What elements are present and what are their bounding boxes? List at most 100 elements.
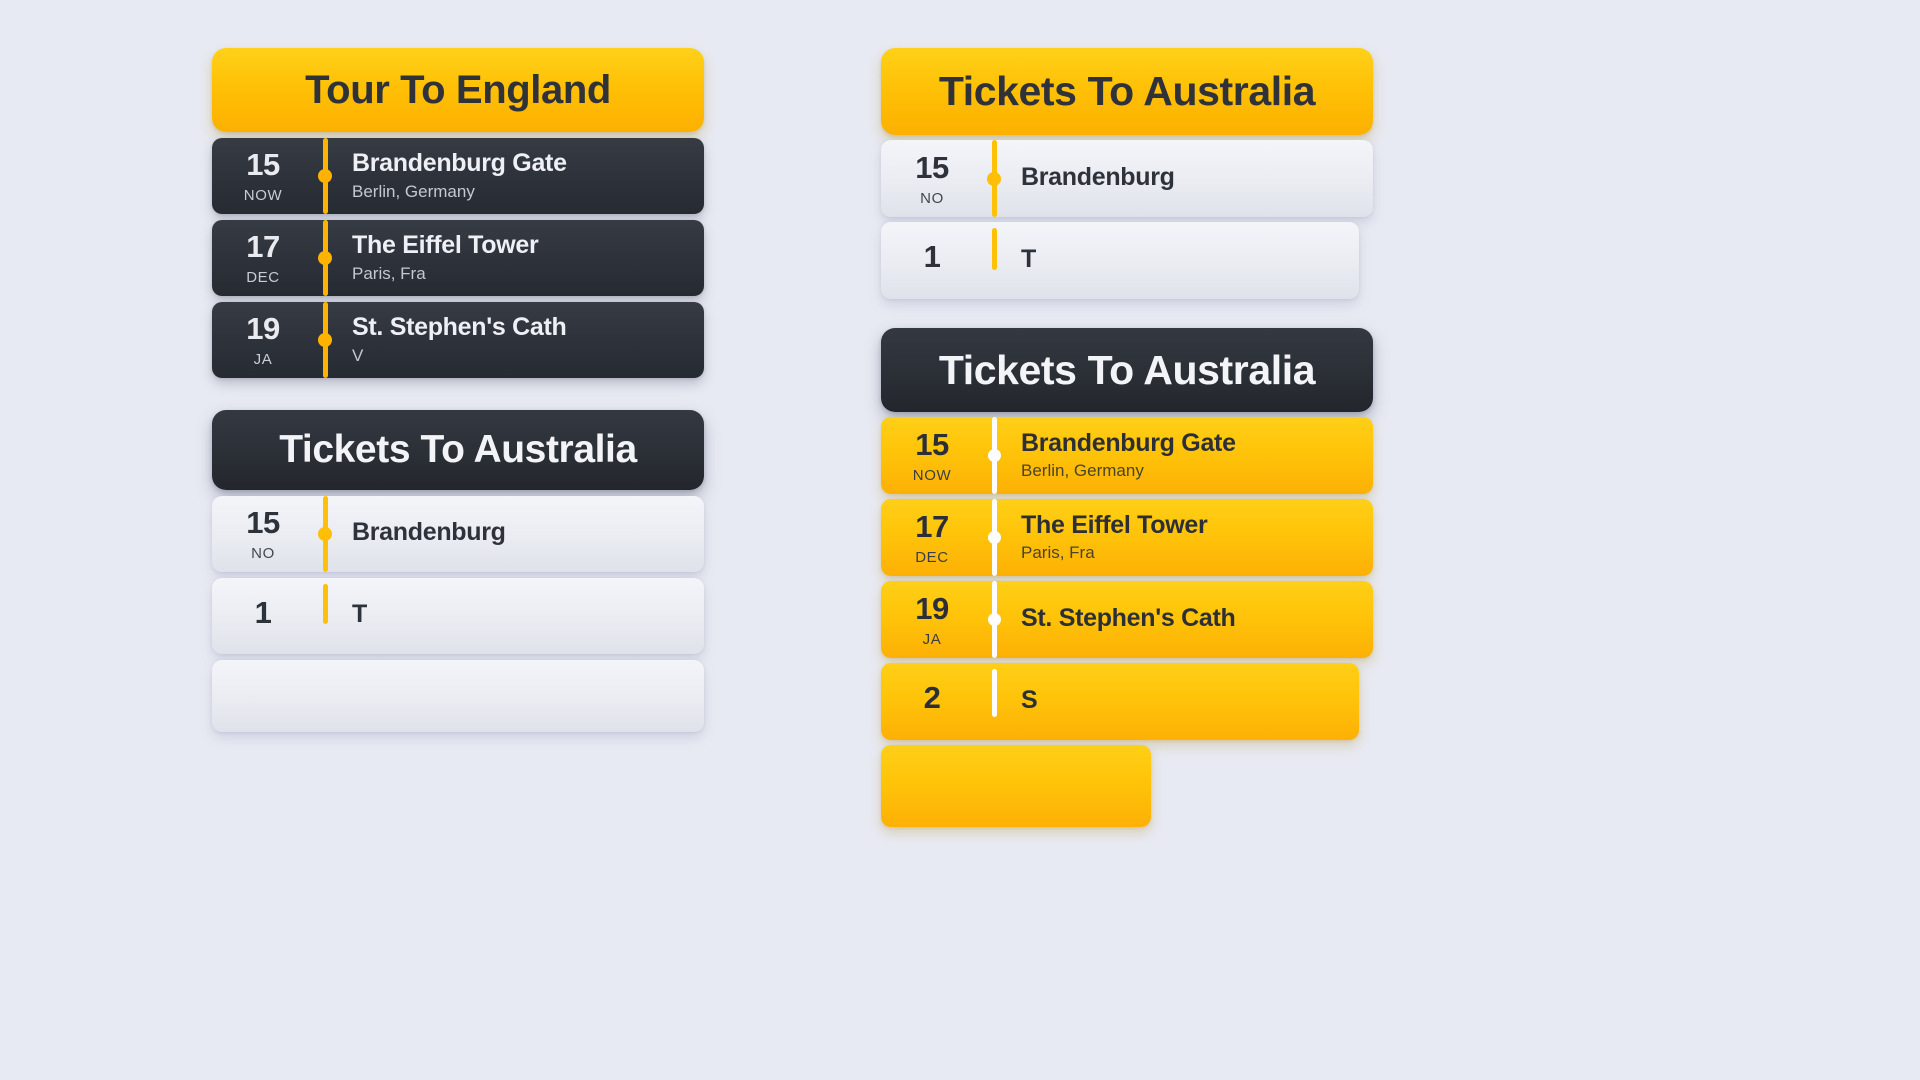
event-title: The Eiffel Tower [352, 231, 539, 260]
event-title: S [1021, 685, 1038, 714]
event-details: T [1011, 222, 1359, 299]
event-month: DEC [246, 269, 280, 286]
event-month: NOW [243, 187, 283, 204]
card-title: Tickets To Australia [938, 346, 1316, 393]
card-title: Tour To England [305, 67, 611, 112]
event-date: 17 DEC [881, 499, 977, 576]
event-day: 2 [923, 680, 941, 715]
timeline-dot-icon [318, 169, 332, 183]
event-title: T [1021, 244, 1036, 273]
event-row[interactable]: 15 NOW Brandenburg Gate Berlin, Germany [212, 138, 704, 214]
event-details: St. Stephen's Cath [1011, 581, 1373, 658]
card-title: Tickets To Australia [938, 68, 1316, 114]
event-title: T [352, 600, 367, 629]
timeline-indicator [977, 140, 1011, 217]
event-date [212, 660, 308, 732]
event-day: 15 [246, 147, 280, 182]
timeline-indicator [977, 581, 1011, 658]
event-details: T [342, 578, 704, 654]
timeline-indicator [308, 660, 342, 732]
card-header-tickets-to-australia: Tickets To Australia [881, 48, 1373, 135]
event-card-tickets-to-australia-yellow-rows: Tickets To Australia 15 NOW Brandenburg … [881, 328, 1373, 827]
event-location: Berlin, Germany [352, 181, 475, 201]
timeline-indicator [977, 417, 1011, 494]
event-day: 19 [246, 311, 280, 346]
timeline-indicator [977, 222, 1011, 299]
timeline-indicator [977, 499, 1011, 576]
event-date: 1 [881, 222, 977, 299]
event-day: 19 [915, 590, 949, 626]
event-day: 15 [246, 505, 280, 540]
event-card-tickets-to-australia-dark-header: Tickets To Australia 15 NO Brandenburg 1 [212, 410, 704, 732]
event-date: 2 [881, 663, 977, 740]
event-details: Brandenburg Gate Berlin, Germany [1011, 417, 1373, 494]
event-date: 15 NO [881, 140, 977, 217]
event-date: 19 JA [881, 581, 977, 658]
event-row[interactable]: 2 S [881, 663, 1359, 740]
event-details [342, 660, 704, 732]
event-card-tour-to-england: Tour To England 15 NOW Brandenburg Gate … [212, 48, 704, 378]
event-card-mockup-canvas: Tour To England 15 NOW Brandenburg Gate … [0, 0, 1920, 1080]
event-row[interactable]: 17 DEC The Eiffel Tower Paris, Fra [212, 220, 704, 296]
event-month: JA [922, 630, 942, 648]
card-title: Tickets To Australia [279, 428, 637, 471]
event-title: Brandenburg Gate [1021, 428, 1236, 457]
event-row[interactable]: 17 DEC The Eiffel Tower Paris, Fra [881, 499, 1373, 576]
timeline-indicator [308, 138, 342, 214]
event-date: 17 DEC [212, 220, 308, 296]
event-title: The Eiffel Tower [1021, 510, 1208, 539]
event-day: 17 [915, 508, 949, 544]
event-row[interactable]: 19 JA St. Stephen's Cath [881, 581, 1373, 658]
event-location: Berlin, Germany [1021, 461, 1144, 481]
event-day: 17 [246, 229, 280, 264]
timeline-dot-icon [318, 251, 332, 265]
event-day: 15 [915, 426, 949, 462]
event-row[interactable] [881, 745, 1151, 827]
event-date: 15 NO [212, 496, 308, 572]
event-day: 1 [254, 594, 272, 630]
timeline-line-icon [991, 228, 997, 270]
event-card-tickets-to-australia-yellow-header: Tickets To Australia 15 NO Brandenburg 1 [881, 48, 1373, 299]
timeline-line-icon [991, 669, 997, 717]
event-date: 15 NOW [212, 138, 308, 214]
card-header-tickets-to-australia: Tickets To Australia [881, 328, 1373, 412]
event-title: Brandenburg [1021, 162, 1175, 191]
event-details: Brandenburg [342, 496, 704, 572]
timeline-indicator [308, 220, 342, 296]
event-month: NOW [912, 466, 952, 484]
event-row[interactable]: 19 JA St. Stephen's Cath V [212, 302, 704, 378]
event-date: 1 [212, 578, 308, 654]
timeline-indicator [977, 745, 1011, 827]
event-day: 1 [923, 239, 941, 274]
event-row[interactable]: 1 T [881, 222, 1359, 299]
timeline-line-icon [322, 584, 328, 624]
timeline-dot-icon [987, 449, 1001, 462]
event-row[interactable]: 1 T [212, 578, 704, 654]
event-month: NO [251, 545, 275, 562]
event-title: St. Stephen's Cath [352, 313, 567, 342]
event-day: 15 [915, 149, 949, 185]
event-details: S [1011, 663, 1359, 740]
event-row[interactable]: 15 NO Brandenburg [881, 140, 1373, 217]
timeline-dot-icon [318, 333, 332, 347]
event-row[interactable]: 15 NOW Brandenburg Gate Berlin, Germany [881, 417, 1373, 494]
timeline-indicator [308, 302, 342, 378]
event-details: The Eiffel Tower Paris, Fra [342, 220, 704, 296]
event-row[interactable] [212, 660, 704, 732]
event-location: Paris, Fra [1021, 543, 1095, 563]
event-title: Brandenburg Gate [352, 149, 567, 178]
event-date: 15 NOW [881, 417, 977, 494]
event-location: V [352, 345, 364, 365]
event-row[interactable]: 15 NO Brandenburg [212, 496, 704, 572]
event-month: DEC [915, 548, 949, 566]
timeline-dot-icon [987, 613, 1001, 626]
event-month: JA [253, 351, 273, 368]
event-details: Brandenburg [1011, 140, 1373, 217]
event-date: 19 JA [212, 302, 308, 378]
card-header-tour-to-england: Tour To England [212, 48, 704, 132]
event-month: NO [920, 189, 944, 207]
timeline-indicator [308, 578, 342, 654]
event-details: The Eiffel Tower Paris, Fra [1011, 499, 1373, 576]
event-title: St. Stephen's Cath [1021, 603, 1236, 632]
event-date [881, 745, 977, 827]
